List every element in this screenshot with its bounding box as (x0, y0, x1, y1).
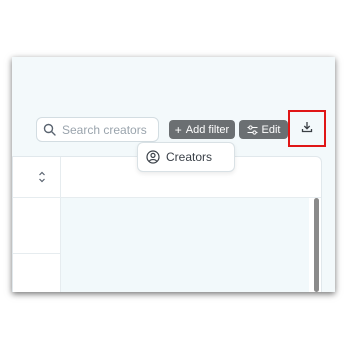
row-divider (13, 253, 61, 254)
add-filter-dropdown: Creators (137, 142, 235, 172)
add-filter-label: Add filter (185, 123, 230, 136)
user-circle-icon (146, 150, 160, 164)
plus-icon: + (174, 122, 182, 137)
data-table (12, 156, 322, 292)
edit-label: Edit (261, 123, 281, 136)
menu-item-creators[interactable]: Creators (146, 150, 212, 164)
menu-item-label: Creators (166, 150, 213, 164)
download-button[interactable] (288, 110, 326, 147)
table-body (61, 198, 309, 292)
search-input[interactable] (62, 122, 157, 137)
sort-icon[interactable] (37, 170, 47, 184)
vertical-scrollbar[interactable] (314, 198, 319, 292)
search-box[interactable] (36, 117, 159, 142)
sliders-icon (247, 124, 258, 135)
edit-button[interactable]: Edit (239, 120, 288, 139)
app-window: + Add filter Edit (12, 57, 335, 292)
download-icon (301, 120, 313, 138)
add-filter-button[interactable]: + Add filter (169, 120, 235, 139)
search-icon (43, 123, 57, 137)
